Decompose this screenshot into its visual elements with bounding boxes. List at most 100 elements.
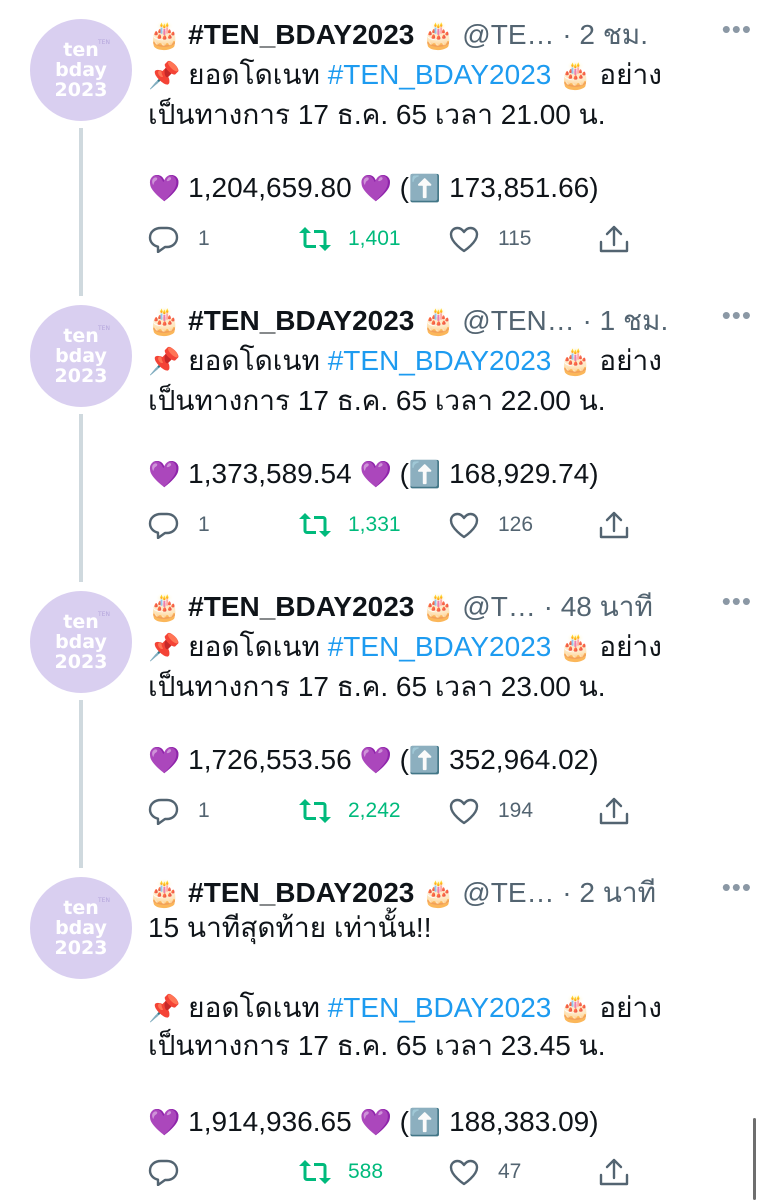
amount-line: 💜 1,914,936.65 💜 (⬆️ 188,383.09): [148, 1102, 599, 1142]
pushpin-emoji: 📌: [148, 60, 181, 90]
purple-heart-emoji: 💜: [148, 1107, 181, 1137]
more-options-icon[interactable]: •••: [722, 586, 752, 617]
retweet-icon: [299, 513, 331, 537]
handle[interactable]: @TE…: [462, 877, 554, 908]
heart-icon: [449, 798, 479, 825]
tweet-header: 🎂 #TEN_BDAY2023 🎂 @TE… · 2 ชม.: [148, 17, 738, 53]
timestamp[interactable]: 1 ชม.: [600, 305, 669, 336]
tweet[interactable]: ten bday 2023 TEN 🎂 #TEN_BDAY2023 🎂 @T… …: [0, 572, 762, 858]
share-icon: [599, 1158, 629, 1186]
pushpin-emoji: 📌: [148, 993, 181, 1023]
purple-heart-emoji: 💜: [359, 745, 392, 775]
purple-heart-emoji: 💜: [359, 1107, 392, 1137]
paren: ): [589, 172, 599, 203]
reply-count: 1: [198, 227, 210, 250]
hashtag-link[interactable]: #TEN_BDAY2023: [328, 59, 552, 90]
separator-dot: ·: [562, 877, 572, 908]
tweet-text-line: 📌 ยอดโดเนท #TEN_BDAY2023 🎂 อย่าง: [148, 988, 662, 1028]
paren: ): [589, 458, 599, 489]
cake-emoji: 🎂: [559, 60, 592, 90]
retweet-count: 1,331: [348, 513, 401, 536]
tweet-text-line: เป็นทางการ 17 ธ.ค. 65 เวลา 23.45 น.: [148, 1030, 606, 1061]
hashtag-link[interactable]: #TEN_BDAY2023: [328, 345, 552, 376]
avatar-text-ten: ten: [63, 897, 99, 919]
avatar-text-year: 2023: [54, 651, 108, 673]
cake-emoji: 🎂: [559, 346, 592, 376]
avatar-text-bday: bday: [55, 631, 107, 653]
tweet-text-line: 📌 ยอดโดเนท #TEN_BDAY2023 🎂 อย่าง: [148, 341, 662, 381]
increase-amount: 168,929.74: [449, 458, 590, 489]
avatar[interactable]: ten bday 2023 TEN: [30, 19, 132, 121]
reply-icon: [148, 798, 179, 825]
tweet[interactable]: ten bday 2023 TEN 🎂 #TEN_BDAY2023 🎂 @TE……: [0, 0, 762, 286]
tweet[interactable]: ten bday 2023 TEN 🎂 #TEN_BDAY2023 🎂 @TEN…: [0, 286, 762, 572]
reply-count: 1: [198, 513, 210, 536]
like-count: 47: [498, 1160, 522, 1183]
purple-heart-emoji: 💜: [359, 459, 392, 489]
like-count: 194: [498, 799, 534, 822]
avatar-text-bday: bday: [55, 345, 107, 367]
timestamp[interactable]: 2 นาที: [579, 877, 656, 908]
more-options-icon[interactable]: •••: [722, 872, 752, 903]
tweet-text-line: เป็นทางการ 17 ธ.ค. 65 เวลา 22.00 น.: [148, 385, 606, 416]
up-arrow-emoji: ⬆️: [408, 1107, 442, 1137]
donation-amount: 1,373,589.54: [188, 458, 352, 489]
cake-emoji: 🎂: [148, 592, 181, 622]
like-count: 115: [498, 227, 532, 250]
increase-amount: 352,964.02: [449, 744, 590, 775]
avatar-text-ten: ten: [63, 611, 99, 633]
text-segment: อย่าง: [599, 59, 662, 90]
text-segment: ยอดโดเนท: [188, 59, 320, 90]
increase-amount: 188,383.09: [449, 1106, 590, 1137]
handle[interactable]: @T…: [462, 591, 536, 622]
scrollbar[interactable]: [753, 1118, 756, 1200]
timestamp[interactable]: 48 นาที: [561, 591, 653, 622]
tweet[interactable]: ten bday 2023 TEN 🎂 #TEN_BDAY2023 🎂 @TE……: [0, 858, 762, 1186]
heart-icon: [449, 226, 479, 253]
handle[interactable]: @TEN…: [462, 305, 574, 336]
cake-emoji: 🎂: [422, 20, 455, 50]
display-name[interactable]: #TEN_BDAY2023: [188, 19, 414, 50]
text-segment: ยอดโดเนท: [188, 992, 320, 1023]
text-segment: ยอดโดเนท: [188, 345, 320, 376]
purple-heart-emoji: 💜: [148, 745, 181, 775]
avatar[interactable]: ten bday 2023 TEN: [30, 591, 132, 693]
avatar-text-year: 2023: [54, 79, 108, 101]
more-options-icon[interactable]: •••: [722, 14, 752, 45]
avatar[interactable]: ten bday 2023 TEN: [30, 305, 132, 407]
cake-emoji: 🎂: [559, 993, 592, 1023]
tweet-text-line: 📌 ยอดโดเนท #TEN_BDAY2023 🎂 อย่าง: [148, 627, 662, 667]
cake-emoji: 🎂: [422, 306, 455, 336]
avatar-text-bday: bday: [55, 59, 107, 81]
display-name[interactable]: #TEN_BDAY2023: [188, 591, 414, 622]
reply-icon: [148, 226, 179, 253]
paren: ): [589, 744, 599, 775]
reply-count: 1: [198, 799, 210, 822]
hashtag-link[interactable]: #TEN_BDAY2023: [328, 992, 552, 1023]
pushpin-emoji: 📌: [148, 632, 181, 662]
avatar[interactable]: ten bday 2023 TEN: [30, 877, 132, 979]
timestamp[interactable]: 2 ชม.: [579, 19, 648, 50]
handle[interactable]: @TE…: [462, 19, 554, 50]
cake-emoji: 🎂: [148, 20, 181, 50]
avatar-text-bday: bday: [55, 917, 107, 939]
text-segment: อย่าง: [599, 992, 662, 1023]
display-name[interactable]: #TEN_BDAY2023: [188, 305, 414, 336]
avatar-mini-text: TEN: [98, 39, 110, 46]
separator-dot: ·: [582, 305, 592, 336]
tweet-text-line: เป็นทางการ 17 ธ.ค. 65 เวลา 23.00 น.: [148, 671, 606, 702]
purple-heart-emoji: 💜: [359, 173, 392, 203]
share-icon: [599, 797, 629, 825]
text-segment: ยอดโดเนท: [188, 631, 320, 662]
text-segment: อย่าง: [599, 345, 662, 376]
more-options-icon[interactable]: •••: [722, 300, 752, 331]
intro-text: 15 นาทีสุดท้าย เท่านั้น!!: [148, 912, 432, 943]
separator-dot: ·: [562, 19, 572, 50]
up-arrow-emoji: ⬆️: [408, 459, 442, 489]
amount-line: 💜 1,204,659.80 💜 (⬆️ 173,851.66): [148, 168, 599, 208]
display-name[interactable]: #TEN_BDAY2023: [188, 877, 414, 908]
heart-icon: [449, 512, 479, 539]
paren: (: [399, 744, 409, 775]
hashtag-link[interactable]: #TEN_BDAY2023: [328, 631, 552, 662]
separator-dot: ·: [543, 591, 553, 622]
